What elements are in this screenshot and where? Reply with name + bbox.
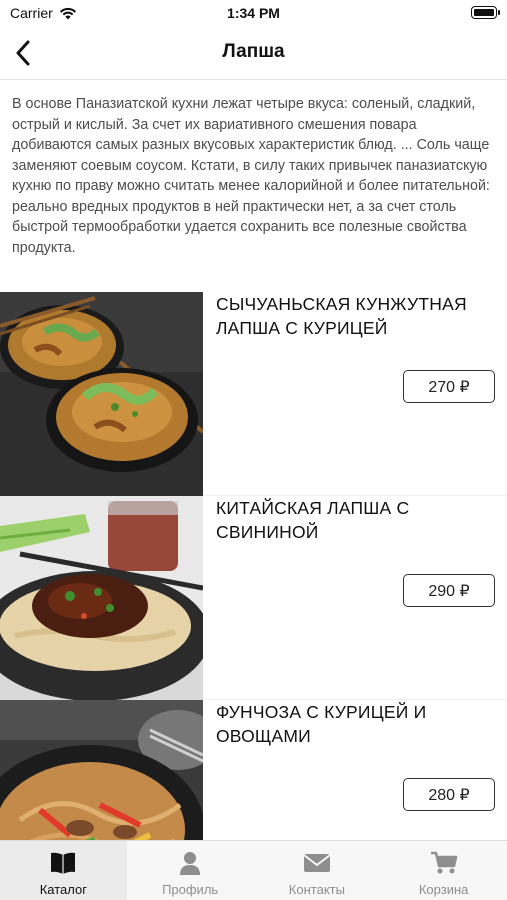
book-icon — [48, 849, 78, 877]
tab-bar: Каталог Профиль Контакты Корзина — [0, 840, 507, 900]
tab-label: Профиль — [162, 882, 219, 897]
product-name: ФУНЧОЗА С КУРИЦЕЙ И ОВОЩАМИ — [216, 702, 427, 746]
page-title: Лапша — [222, 41, 285, 62]
tab-label: Каталог — [39, 882, 87, 897]
price-button[interactable]: 290 ₽ — [403, 574, 495, 607]
tab-label: Контакты — [288, 882, 345, 897]
cart-icon — [429, 849, 459, 877]
person-icon — [175, 849, 205, 877]
nav-bar: Лапша — [0, 26, 507, 80]
price-button[interactable]: 280 ₽ — [403, 778, 495, 811]
status-time: 1:34 PM — [227, 5, 280, 21]
status-bar: Carrier 1:34 PM — [0, 0, 507, 26]
product-image — [0, 496, 203, 700]
product-card[interactable]: СЫЧУАНЬСКАЯ КУНЖУТНАЯ ЛАПША С КУРИЦЕЙ 27… — [0, 292, 507, 496]
tab-cart[interactable]: Корзина — [380, 841, 507, 900]
product-name: СЫЧУАНЬСКАЯ КУНЖУТНАЯ ЛАПША С КУРИЦЕЙ — [216, 294, 467, 338]
product-list: СЫЧУАНЬСКАЯ КУНЖУТНАЯ ЛАПША С КУРИЦЕЙ 27… — [0, 292, 507, 900]
tab-contacts[interactable]: Контакты — [254, 841, 381, 900]
envelope-icon — [302, 849, 332, 877]
product-image — [0, 292, 203, 496]
tab-label: Корзина — [418, 882, 469, 897]
product-name: КИТАЙСКАЯ ЛАПША С СВИНИНОЙ — [216, 498, 410, 542]
battery-icon — [471, 6, 500, 19]
tab-catalog[interactable]: Каталог — [0, 841, 127, 900]
category-description: В основе Паназиатской кухни лежат четыре… — [12, 96, 490, 256]
product-card[interactable]: КИТАЙСКАЯ ЛАПША С СВИНИНОЙ 290 ₽ — [0, 496, 507, 700]
price-button[interactable]: 270 ₽ — [403, 370, 495, 403]
tab-profile[interactable]: Профиль — [127, 841, 254, 900]
